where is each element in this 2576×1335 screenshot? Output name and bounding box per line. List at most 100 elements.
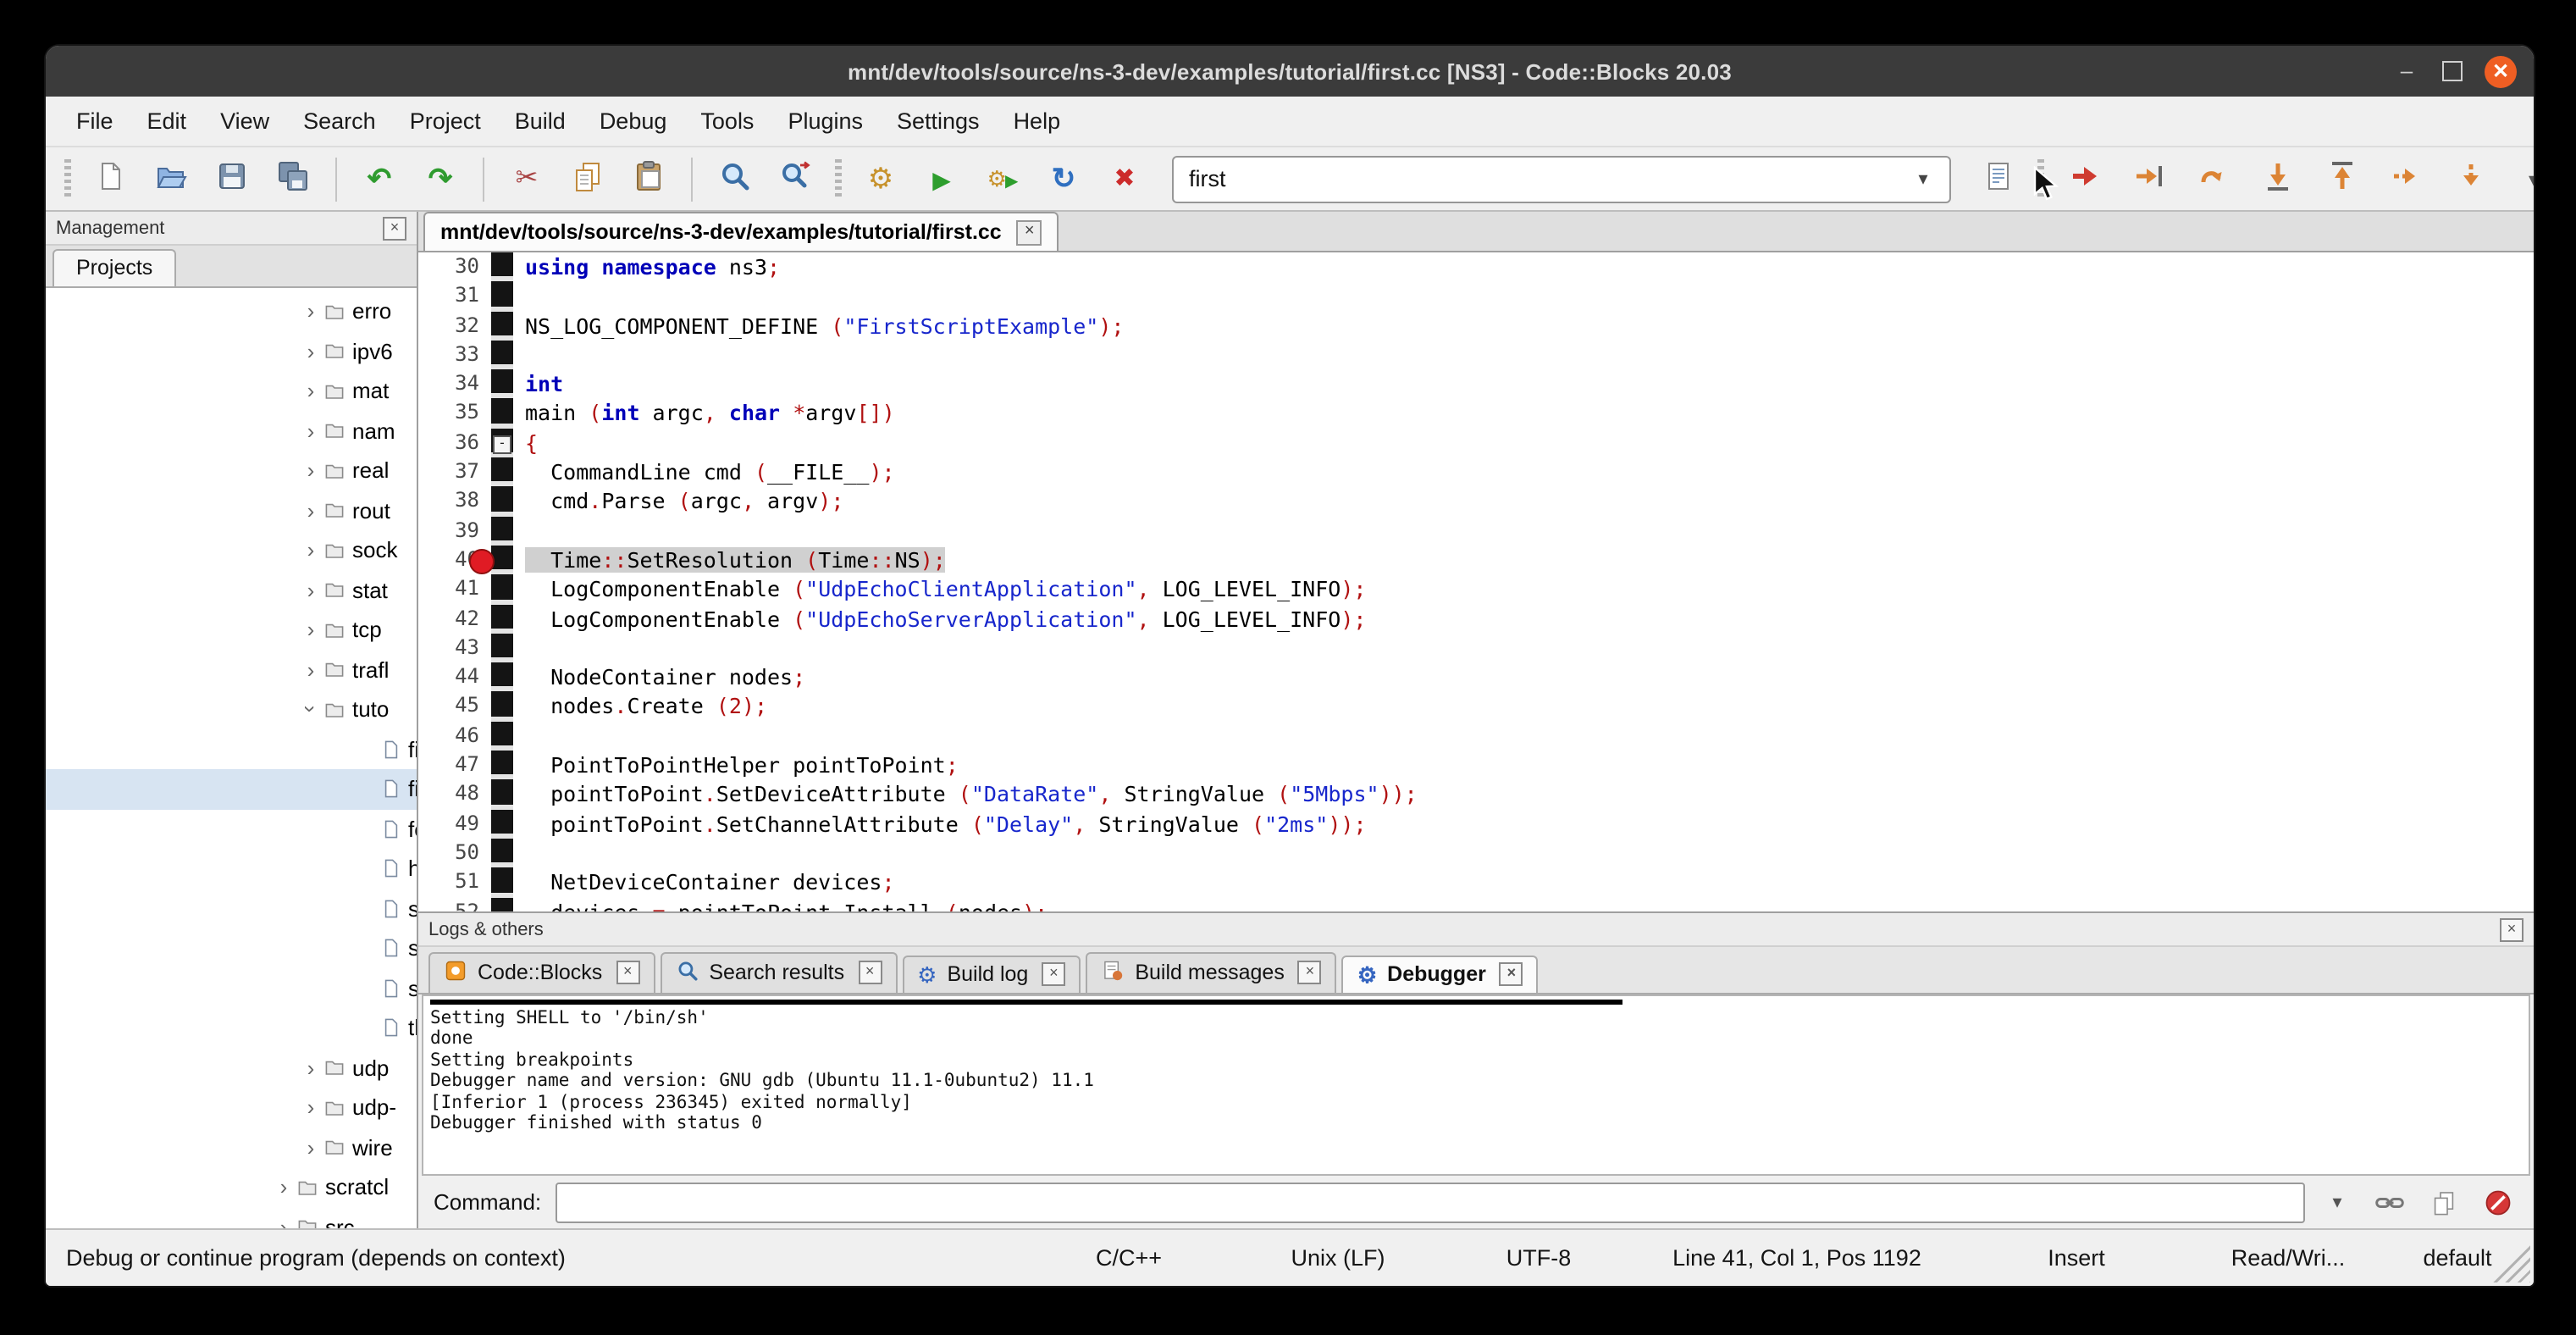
next-instruction-button[interactable] <box>2374 155 2439 202</box>
menu-tools[interactable]: Tools <box>683 102 771 141</box>
menu-settings[interactable]: Settings <box>880 102 997 141</box>
chevron-right-icon[interactable]: › <box>300 379 322 404</box>
tree-item-udp[interactable]: ›udp <box>46 1048 417 1088</box>
breakpoint-margin[interactable] <box>491 546 513 575</box>
toolbar-search-combo[interactable]: first▾ <box>1172 155 1951 202</box>
tree-item-udp-[interactable]: ›udp- <box>46 1088 417 1127</box>
build-and-run-button[interactable]: ⚙▶ <box>972 155 1033 202</box>
tree-item-se[interactable]: se <box>46 928 417 968</box>
breakpoint-margin[interactable] <box>491 252 513 282</box>
fold-marker-icon[interactable]: - <box>493 435 511 454</box>
chevron-right-icon[interactable]: › <box>273 1215 295 1229</box>
editor-tab-close-icon[interactable]: × <box>1017 219 1042 245</box>
menu-search[interactable]: Search <box>286 102 393 141</box>
tree-item-sock[interactable]: ›sock <box>46 530 417 570</box>
breakpoint-margin[interactable] <box>491 604 513 634</box>
title-bar[interactable]: mnt/dev/tools/source/ns-3-dev/examples/t… <box>46 46 2534 97</box>
find-button[interactable] <box>705 155 766 202</box>
breakpoint-margin[interactable] <box>491 809 513 839</box>
chevron-right-icon[interactable]: › <box>300 618 322 643</box>
replace-button[interactable] <box>766 155 826 202</box>
breakpoint-margin[interactable] <box>491 897 513 911</box>
breakpoint-margin[interactable] <box>491 867 513 897</box>
tree-item-fo[interactable]: fo <box>46 809 417 849</box>
breakpoint-margin[interactable] <box>491 839 513 868</box>
breakpoint-margin[interactable] <box>491 516 513 546</box>
tree-item-trafl[interactable]: ›trafl <box>46 650 417 690</box>
step-into-button[interactable] <box>2246 155 2310 202</box>
logs-tab-close-icon[interactable]: × <box>1298 961 1322 984</box>
maximize-button[interactable] <box>2442 61 2463 81</box>
breakpoint-margin[interactable] <box>491 282 513 312</box>
logs-close-icon[interactable]: × <box>2500 917 2523 941</box>
chevron-right-icon[interactable]: › <box>300 498 322 523</box>
tree-item-erro[interactable]: ›erro <box>46 291 417 331</box>
code-editor[interactable]: 30using namespace ns3;3132NS_LOG_COMPONE… <box>418 252 2534 911</box>
chevron-right-icon[interactable]: › <box>273 1175 295 1200</box>
breakpoint-margin[interactable] <box>491 341 513 370</box>
chevron-right-icon[interactable]: › <box>300 538 322 563</box>
menu-view[interactable]: View <box>203 102 286 141</box>
menu-edit[interactable]: Edit <box>130 102 204 141</box>
undo-button[interactable]: ↶ <box>349 155 410 202</box>
redo-button[interactable]: ↷ <box>410 155 471 202</box>
tree-item-nam[interactable]: ›nam <box>46 411 417 451</box>
tree-item-tuto[interactable]: ›tuto <box>46 690 417 729</box>
tree-item-fif[interactable]: fif <box>46 729 417 769</box>
logs-tab-close-icon[interactable]: × <box>1500 962 1523 986</box>
menu-plugins[interactable]: Plugins <box>771 102 880 141</box>
tree-item-he[interactable]: he <box>46 849 417 889</box>
next-line-button[interactable] <box>2181 155 2246 202</box>
breakpoint-margin[interactable] <box>491 575 513 605</box>
command-input[interactable] <box>555 1182 2305 1222</box>
debugger-log[interactable]: Setting SHELL to '/bin/sh'doneSetting br… <box>422 994 2530 1176</box>
tree-item-scratcl[interactable]: ›scratcl <box>46 1167 417 1207</box>
command-dropdown-chevron-icon[interactable]: ▾ <box>2319 1182 2356 1222</box>
link-icon[interactable] <box>2369 1182 2410 1222</box>
tree-item-se[interactable]: se <box>46 889 417 928</box>
breakpoint-margin[interactable] <box>491 634 513 663</box>
breakpoint-margin[interactable] <box>491 692 513 722</box>
tree-item-six[interactable]: six <box>46 968 417 1008</box>
abort-button[interactable]: ✖ <box>1094 155 1155 202</box>
menu-help[interactable]: Help <box>997 102 1078 141</box>
run-to-cursor-button[interactable] <box>2117 155 2181 202</box>
breakpoint-margin[interactable] <box>491 311 513 341</box>
tree-item-mat[interactable]: ›mat <box>46 371 417 411</box>
logs-tab-close-icon[interactable]: × <box>616 961 639 984</box>
step-into-instruction-button[interactable] <box>2439 155 2503 202</box>
breakpoint-margin[interactable] <box>491 399 513 429</box>
chevron-right-icon[interactable]: › <box>300 458 322 484</box>
save-file-button[interactable] <box>202 155 263 202</box>
rebuild-button[interactable]: ↻ <box>1033 155 1094 202</box>
save-all-button[interactable] <box>263 155 323 202</box>
breakpoint-margin[interactable]: - <box>491 429 513 458</box>
management-close-icon[interactable]: × <box>383 216 406 240</box>
tree-item-real[interactable]: ›real <box>46 451 417 490</box>
breakpoint-margin[interactable] <box>491 662 513 692</box>
logs-tab-search-results[interactable]: Search results× <box>660 951 897 993</box>
logs-tab-close-icon[interactable]: × <box>1042 962 1065 986</box>
chevron-right-icon[interactable]: › <box>300 1135 322 1161</box>
chevron-right-icon[interactable]: › <box>300 1055 322 1081</box>
tree-item-stat[interactable]: ›stat <box>46 570 417 610</box>
build-button[interactable]: ⚙ <box>850 155 911 202</box>
tree-item-wire[interactable]: ›wire <box>46 1127 417 1167</box>
breakpoint-margin[interactable] <box>491 457 513 487</box>
chevron-down-icon[interactable]: › <box>298 699 323 721</box>
breakpoint-marker[interactable] <box>469 549 495 574</box>
breakpoint-margin[interactable] <box>491 487 513 517</box>
run-button[interactable]: ▶ <box>911 155 972 202</box>
script-button[interactable] <box>1968 155 2029 202</box>
step-out-button[interactable] <box>2310 155 2374 202</box>
cut-button[interactable]: ✂ <box>496 155 557 202</box>
minimize-button[interactable]: – <box>2393 58 2420 85</box>
stop-debugger-icon[interactable] <box>2478 1182 2518 1222</box>
breakpoint-margin[interactable] <box>491 369 513 399</box>
logs-tab-code-blocks[interactable]: Code::Blocks× <box>428 951 655 993</box>
tab-projects[interactable]: Projects <box>53 249 176 286</box>
chevron-right-icon[interactable]: › <box>300 418 322 444</box>
open-file-button[interactable] <box>141 155 202 202</box>
chevron-right-icon[interactable]: › <box>300 578 322 603</box>
copy-button[interactable] <box>557 155 618 202</box>
